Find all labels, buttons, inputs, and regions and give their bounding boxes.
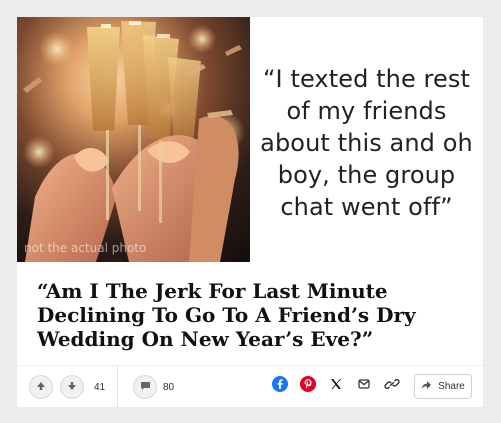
party-photo: not the actual photo — [17, 17, 250, 262]
vote-count: 41 — [94, 382, 106, 393]
comment-count: 80 — [163, 382, 175, 393]
pinterest-share-button[interactable] — [297, 375, 319, 397]
quote-panel: “I texted the rest of my friends about t… — [250, 17, 483, 262]
hero: not the actual photo “I texted the rest … — [17, 17, 483, 262]
facebook-icon — [272, 375, 288, 397]
share-arrow-icon — [421, 380, 432, 393]
facebook-share-button[interactable] — [269, 375, 291, 397]
link-icon — [384, 376, 400, 397]
email-share-button[interactable] — [353, 375, 375, 397]
share-label: Share — [438, 381, 465, 392]
share-button[interactable]: Share — [414, 374, 472, 399]
copy-link-button[interactable] — [381, 375, 403, 397]
upvote-button[interactable] — [29, 375, 53, 399]
x-icon — [328, 376, 344, 397]
downvote-button[interactable] — [60, 375, 84, 399]
photo-caption: not the actual photo — [24, 241, 147, 255]
comment-icon — [140, 378, 151, 396]
email-icon — [356, 376, 372, 397]
action-bar: 41 80 Share — [17, 365, 483, 408]
toolbar-divider — [117, 366, 118, 408]
comment-button[interactable] — [133, 375, 157, 399]
pinterest-icon — [300, 375, 316, 397]
x-share-button[interactable] — [325, 375, 347, 397]
arrow-down-icon — [67, 378, 77, 396]
article-headline[interactable]: “Am I The Jerk For Last Minute Declining… — [37, 279, 467, 351]
arrow-up-icon — [36, 378, 46, 396]
article-card: not the actual photo “I texted the rest … — [17, 17, 483, 408]
pull-quote: “I texted the rest of my friends about t… — [260, 64, 473, 221]
